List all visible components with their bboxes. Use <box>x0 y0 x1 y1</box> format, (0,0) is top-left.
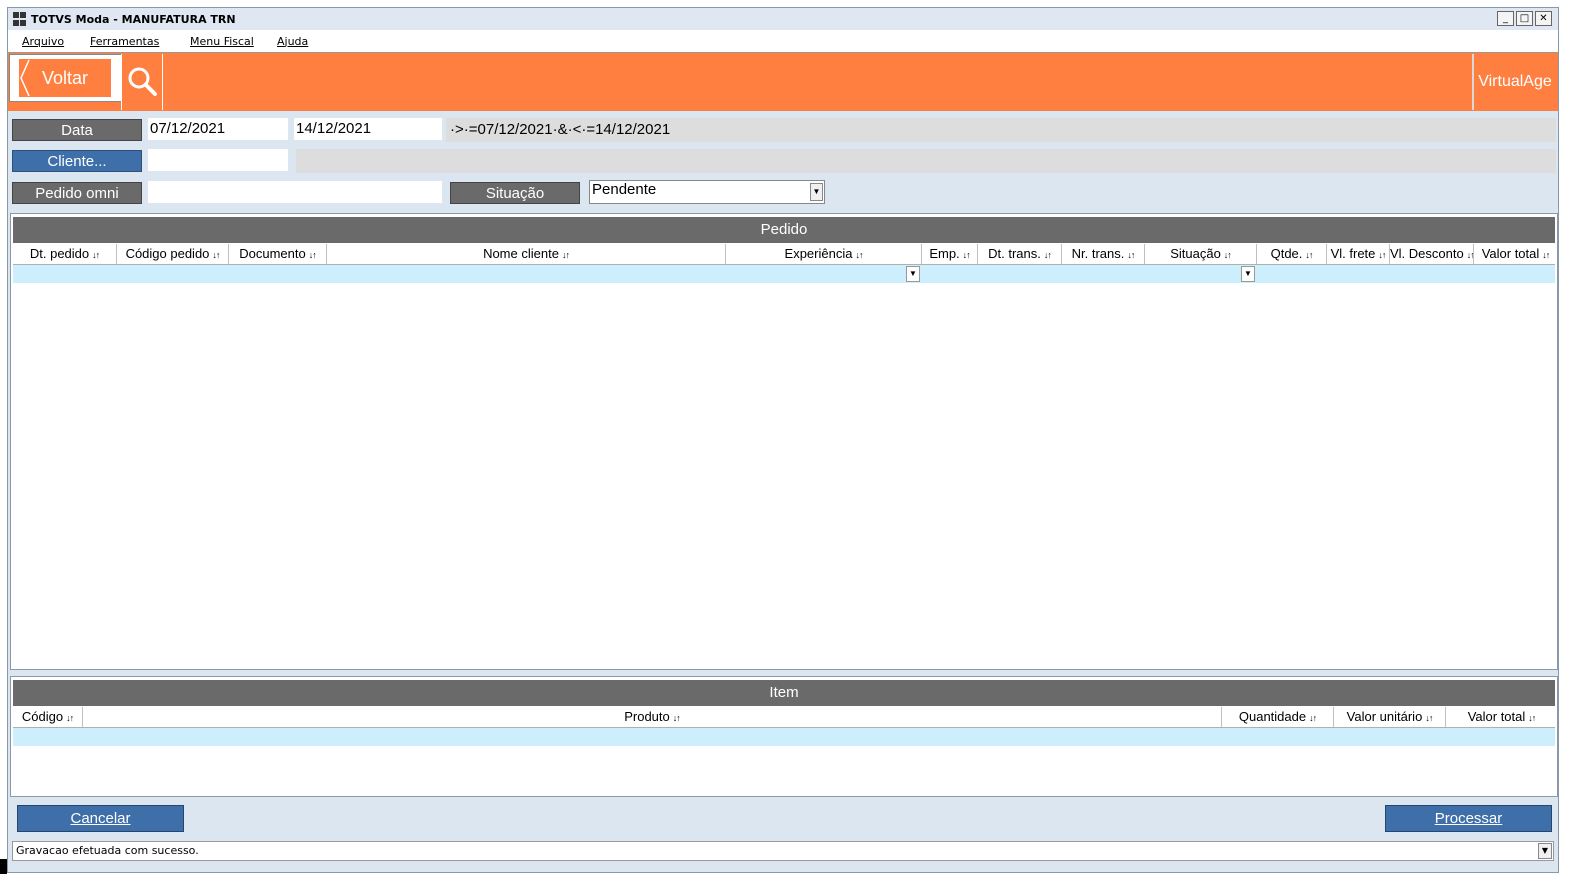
col-item-valor-total[interactable]: Valor total ↓↑ <box>1446 707 1557 727</box>
date-to-input[interactable]: 14/12/2021 <box>294 118 442 140</box>
situacao-select[interactable]: Pendente ▼ <box>589 180 825 204</box>
window-title: TOTVS Moda - MANUFATURA TRN <box>31 12 236 26</box>
col-vl-frete[interactable]: Vl. frete ↓↑ <box>1327 244 1390 264</box>
pedido-omni-label: Pedido omni <box>12 182 142 204</box>
back-button[interactable]: Voltar <box>9 54 122 102</box>
sort-icon: ↓↑ <box>561 250 570 260</box>
experiencia-filter-dropdown[interactable]: ▼ <box>906 266 920 282</box>
col-produto[interactable]: Produto ↓↑ <box>83 707 1222 727</box>
menu-arquivo[interactable]: Arquivo <box>22 35 64 48</box>
sort-icon: ↓↑ <box>1309 713 1317 723</box>
cancel-button[interactable]: Cancelar <box>17 805 184 832</box>
col-situacao[interactable]: Situação ↓↑ <box>1145 244 1257 264</box>
date-expression: ·>·=07/12/2021·&·<·=14/12/2021 <box>446 118 1556 142</box>
sort-icon: ↓↑ <box>962 250 971 260</box>
cliente-description <box>296 149 1556 173</box>
sort-icon: ↓↑ <box>1223 250 1232 260</box>
situacao-filter-dropdown[interactable]: ▼ <box>1241 266 1255 282</box>
title-bar: TOTVS Moda - MANUFATURA TRN _ □ ✕ <box>8 8 1558 30</box>
minimize-button[interactable]: _ <box>1497 11 1514 26</box>
situacao-value: Pendente <box>592 181 657 198</box>
sort-icon: ↓↑ <box>855 250 863 260</box>
pedido-grid-header: Dt. pedido ↓↑ Código pedido ↓↑ Documento ↓↑… <box>13 244 1555 265</box>
process-button[interactable]: Processar <box>1385 805 1552 832</box>
status-message: Gravacao efetuada com sucesso. <box>16 844 199 857</box>
col-experiencia[interactable]: Experiência ↓↑ <box>726 244 922 264</box>
close-button[interactable]: ✕ <box>1535 11 1552 26</box>
sort-icon: ↓↑ <box>308 250 317 260</box>
sort-icon: ↓↑ <box>1305 250 1313 260</box>
menu-ferramentas[interactable]: Ferramentas <box>90 35 159 48</box>
sort-icon: ↓↑ <box>1127 250 1135 260</box>
sort-icon: ↓↑ <box>1378 250 1386 260</box>
sort-icon: ↓↑ <box>66 713 74 723</box>
item-grid-header: Código ↓↑ Produto ↓↑ Quantidade ↓↑ Valor un… <box>13 707 1555 728</box>
sort-icon: ↓↑ <box>1528 713 1536 723</box>
menu-ajuda[interactable]: Ajuda <box>277 35 308 48</box>
virtualage-button[interactable]: VirtualAge <box>1472 54 1556 110</box>
pedido-filter-row[interactable]: ▼ ▼ <box>13 265 1555 283</box>
cliente-button[interactable]: Cliente... <box>12 150 142 172</box>
chevron-down-icon[interactable]: ▼ <box>1538 843 1552 859</box>
col-codigo-pedido[interactable]: Código pedido ↓↑ <box>117 244 229 264</box>
pedido-grid: Pedido Dt. pedido ↓↑ Código pedido ↓↑ Docu… <box>10 213 1558 670</box>
back-button-label: Voltar <box>19 59 111 97</box>
col-vl-desconto[interactable]: Vl. Desconto ↓↑ <box>1390 244 1474 264</box>
toolbar: Voltar VirtualAge <box>8 52 1558 111</box>
situacao-label: Situação <box>450 182 580 204</box>
sort-icon: ↓↑ <box>1043 250 1052 260</box>
chevron-down-icon[interactable]: ▼ <box>810 183 823 201</box>
sort-icon: ↓↑ <box>92 250 100 260</box>
search-button[interactable] <box>121 54 163 110</box>
corner-marker <box>0 859 7 874</box>
cliente-input[interactable] <box>148 149 288 171</box>
sort-icon: ↓↑ <box>1425 713 1433 723</box>
maximize-button[interactable]: □ <box>1516 11 1533 26</box>
pedido-grid-title: Pedido <box>13 217 1555 243</box>
item-grid-title: Item <box>13 680 1555 706</box>
data-label: Data <box>12 119 142 141</box>
pedido-omni-input[interactable] <box>148 181 442 203</box>
item-filter-row[interactable] <box>13 728 1555 746</box>
action-bar: Cancelar Processar <box>8 801 1558 837</box>
col-nr-trans[interactable]: Nr. trans. ↓↑ <box>1062 244 1145 264</box>
sort-icon: ↓↑ <box>672 713 681 723</box>
col-emp[interactable]: Emp. ↓↑ <box>922 244 978 264</box>
col-documento[interactable]: Documento ↓↑ <box>229 244 327 264</box>
sort-icon: ↓↑ <box>1466 250 1474 260</box>
col-valor-unitario[interactable]: Valor unitário ↓↑ <box>1334 707 1446 727</box>
col-nome-cliente[interactable]: Nome cliente ↓↑ <box>327 244 726 264</box>
status-bar[interactable]: Gravacao efetuada com sucesso. ▼ <box>12 841 1554 861</box>
col-dt-trans[interactable]: Dt. trans. ↓↑ <box>978 244 1062 264</box>
item-grid: Item Código ↓↑ Produto ↓↑ Quantidade ↓↑ Val… <box>10 676 1558 797</box>
col-dt-pedido[interactable]: Dt. pedido ↓↑ <box>13 244 117 264</box>
app-icon <box>13 12 27 26</box>
window-controls: _ □ ✕ <box>1497 11 1552 26</box>
col-codigo[interactable]: Código ↓↑ <box>13 707 83 727</box>
col-quantidade[interactable]: Quantidade ↓↑ <box>1222 707 1334 727</box>
col-valor-total[interactable]: Valor total ↓↑ <box>1474 244 1557 264</box>
app-window: TOTVS Moda - MANUFATURA TRN _ □ ✕ Arquiv… <box>7 7 1559 873</box>
search-icon <box>128 67 157 96</box>
date-from-input[interactable]: 07/12/2021 <box>148 118 288 140</box>
chevron-left-icon <box>20 59 30 97</box>
col-qtde[interactable]: Qtde. ↓↑ <box>1257 244 1327 264</box>
sort-icon: ↓↑ <box>212 250 220 260</box>
menu-fiscal[interactable]: Menu Fiscal <box>190 35 254 48</box>
menu-bar: Arquivo Ferramentas Menu Fiscal Ajuda <box>8 30 1558 52</box>
sort-icon: ↓↑ <box>1542 250 1550 260</box>
filter-panel: Data 07/12/2021 14/12/2021 ·>·=07/12/202… <box>8 110 1558 210</box>
